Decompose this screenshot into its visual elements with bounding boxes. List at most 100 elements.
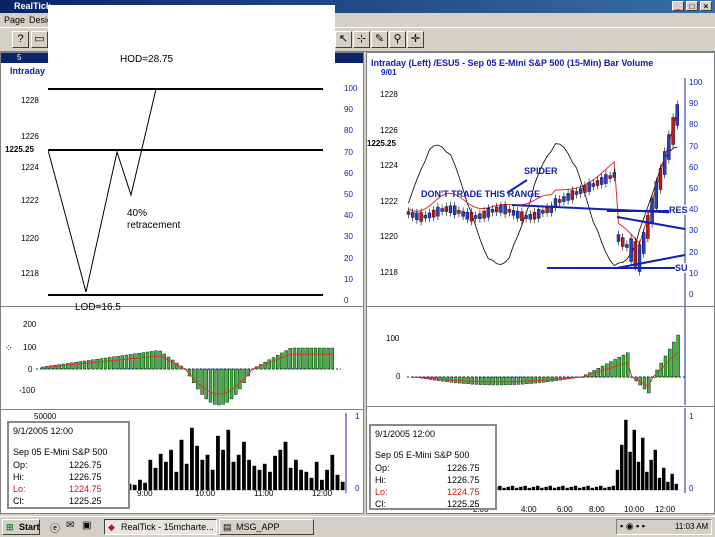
- desktop-icon[interactable]: ▣: [82, 520, 91, 531]
- macd-bar: [107, 357, 112, 370]
- taskbar-item-msg[interactable]: ▤ MSG_APP: [219, 519, 314, 535]
- macd-bar: [466, 376, 470, 385]
- minimize-button[interactable]: _: [672, 1, 684, 11]
- macd-bar: [301, 347, 305, 370]
- macd-bar: [604, 363, 609, 378]
- volume-bar: [221, 449, 225, 491]
- help-icon[interactable]: ?: [12, 31, 29, 48]
- left-info-cl-value: 1225.25: [69, 496, 102, 506]
- macd-bar: [292, 347, 297, 370]
- window-icon[interactable]: ▭: [31, 31, 48, 48]
- crosshair-select-icon[interactable]: ⊹: [353, 31, 370, 48]
- volume-bar: [498, 485, 502, 491]
- right-time-tick: 10:00: [624, 505, 645, 514]
- tray-icons[interactable]: ▪ ◉ ▪ ▪: [620, 521, 645, 532]
- volume-bar: [257, 469, 262, 491]
- candle: [667, 134, 671, 160]
- realtick-icon: ◆: [108, 522, 115, 532]
- candle: [503, 204, 507, 215]
- volume-bar: [619, 444, 624, 491]
- volume-bar: [210, 469, 215, 491]
- macd-bar: [297, 347, 301, 370]
- macd-bar: [137, 353, 141, 370]
- macd-bar: [318, 347, 322, 370]
- candle: [545, 207, 549, 213]
- volume-bar: [552, 487, 557, 491]
- macd-bar: [158, 350, 162, 370]
- macd-bar: [512, 376, 517, 385]
- crosshair-icon[interactable]: ✛: [407, 31, 424, 48]
- volume-bar: [657, 477, 662, 491]
- left-info-lo-value: 1224.75: [69, 484, 102, 494]
- candle: [612, 172, 617, 178]
- candle: [465, 211, 470, 220]
- candle: [482, 210, 486, 219]
- retracement-diagram: HOD=28.75 LOD=16.5 40% retracement: [48, 5, 335, 313]
- macd-bar: [149, 351, 154, 370]
- volume-bar: [666, 481, 670, 491]
- macd-bar: [61, 363, 66, 370]
- close-button[interactable]: ×: [700, 1, 712, 11]
- start-button[interactable]: ⊞ Start: [2, 519, 40, 535]
- macd-bar: [65, 363, 70, 370]
- candle: [646, 215, 650, 239]
- left-time-tick: 9:00: [137, 489, 153, 498]
- taskbar-item-realtick[interactable]: ◆ RealTick - 15mcharte...: [104, 519, 217, 535]
- macd-bar: [170, 359, 175, 370]
- right-time-tick: 4:00: [521, 505, 537, 514]
- retracement-label: retracement: [127, 220, 181, 231]
- volume-bar: [556, 486, 561, 491]
- volume-bar: [252, 465, 257, 491]
- volume-bar: [531, 486, 536, 491]
- candle: [490, 209, 495, 213]
- left-info-hi-value: 1226.75: [69, 472, 102, 482]
- candle: [557, 199, 562, 203]
- volume-bar: [670, 473, 674, 491]
- volume-bar: [561, 485, 565, 491]
- macd-bar: [478, 376, 483, 385]
- candle: [604, 174, 608, 184]
- menu-page[interactable]: Page: [4, 15, 25, 25]
- volume-bar: [573, 485, 578, 491]
- macd-bar: [617, 357, 622, 378]
- volume-bar: [632, 429, 636, 491]
- volume-bar: [314, 461, 319, 491]
- macd-bar: [668, 348, 672, 378]
- candle: [494, 206, 499, 213]
- candle: [478, 213, 482, 219]
- ie-icon[interactable]: ⓔ: [50, 520, 60, 535]
- candle: [473, 215, 478, 219]
- volume-bar: [132, 484, 137, 491]
- maximize-button[interactable]: □: [686, 1, 698, 11]
- zoom-icon[interactable]: ⚲: [389, 31, 406, 48]
- candle: [423, 214, 427, 219]
- macd-bar: [217, 368, 221, 406]
- volume-bar: [158, 453, 163, 491]
- macd-bar: [487, 376, 491, 386]
- right-time-tick: 12:00: [655, 505, 676, 514]
- left-osc-tick: 10: [344, 274, 353, 284]
- volume-bar: [335, 474, 340, 491]
- left-time-tick: 11:00: [254, 489, 274, 498]
- macd-bar: [242, 368, 246, 383]
- macd-bar: [200, 368, 204, 395]
- outlook-icon[interactable]: ✉: [66, 520, 74, 531]
- macd-bar: [520, 376, 525, 385]
- left-price-tick: 1220: [21, 234, 39, 243]
- pencil-icon[interactable]: ✎: [371, 31, 388, 48]
- macd-bar: [483, 376, 487, 385]
- macd-bar: [116, 356, 120, 370]
- volume-bar: [184, 463, 189, 491]
- macd-bar: [609, 361, 613, 378]
- macd-bar: [124, 354, 129, 370]
- macd-bar: [613, 359, 617, 378]
- volume-bar: [594, 486, 599, 491]
- candle: [675, 104, 679, 126]
- range-label: DON'T TRADE THIS RANGE: [421, 189, 541, 199]
- left-osc-tick: 100: [344, 84, 358, 93]
- retracement-lines: [48, 88, 323, 296]
- left-tab-label[interactable]: 5: [17, 53, 21, 62]
- pointer-icon[interactable]: ↖: [335, 31, 352, 48]
- macd-bar: [322, 347, 326, 370]
- candle: [427, 212, 432, 219]
